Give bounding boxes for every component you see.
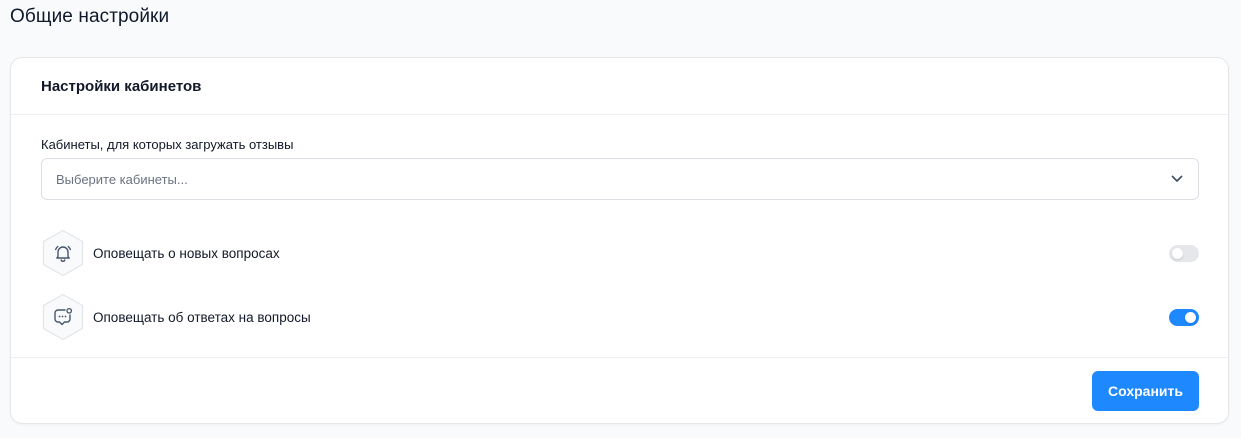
card-footer: Сохранить (11, 357, 1228, 423)
card-title: Настройки кабинетов (41, 77, 202, 95)
save-button[interactable]: Сохранить (1092, 370, 1199, 411)
notify-answers-label: Оповещать об ответах на вопросы (93, 309, 311, 325)
chevron-down-icon (1170, 172, 1184, 186)
cabinets-field-label: Кабинеты, для которых загружать отзывы (41, 137, 294, 152)
card-header: Настройки кабинетов (11, 58, 1228, 115)
card-body: Кабинеты, для которых загружать отзывы В… (11, 115, 1228, 341)
toggle-knob (1185, 311, 1196, 323)
cabinet-settings-card: Настройки кабинетов Кабинеты, для которы… (10, 57, 1229, 424)
bell-icon (41, 229, 85, 277)
toggle-knob (1172, 247, 1183, 259)
notify-answers-row: Оповещать об ответах на вопросы (41, 293, 1199, 341)
notify-new-questions-label: Оповещать о новых вопросах (93, 245, 280, 261)
notify-new-questions-row: Оповещать о новых вопросах (41, 229, 1199, 277)
notify-new-questions-toggle[interactable] (1169, 244, 1199, 262)
notify-answers-toggle[interactable] (1169, 308, 1199, 326)
cabinets-select[interactable]: Выберите кабинеты... (41, 158, 1199, 200)
chat-notification-icon (41, 293, 85, 341)
cabinets-select-placeholder: Выберите кабинеты... (56, 171, 188, 187)
page-title: Общие настройки (10, 6, 170, 27)
